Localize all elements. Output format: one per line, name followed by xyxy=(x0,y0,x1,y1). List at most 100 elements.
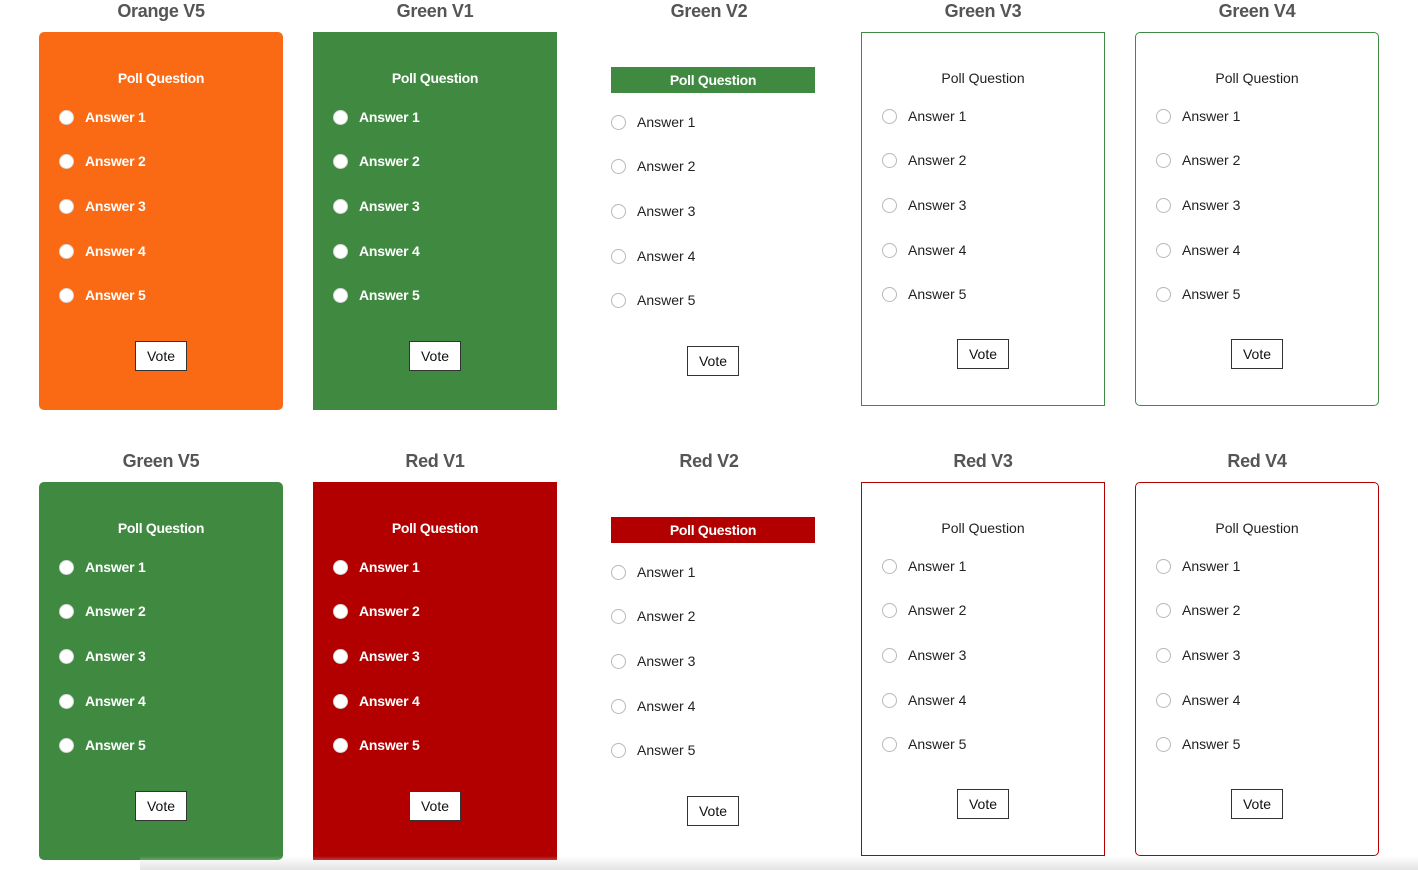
answer-option[interactable]: Answer 4 xyxy=(611,247,695,265)
radio-button[interactable] xyxy=(611,248,626,264)
answer-option[interactable]: Answer 5 xyxy=(59,286,146,304)
radio-button[interactable] xyxy=(59,693,74,709)
radio-button[interactable] xyxy=(59,648,74,664)
answer-option[interactable]: Answer 2 xyxy=(1156,601,1240,619)
answer-option[interactable]: Answer 1 xyxy=(1156,557,1240,575)
answer-option[interactable]: Answer 5 xyxy=(882,285,966,303)
radio-button[interactable] xyxy=(333,693,348,709)
radio-button[interactable] xyxy=(882,108,897,124)
answer-option[interactable]: Answer 1 xyxy=(333,108,420,126)
radio-button[interactable] xyxy=(882,197,897,213)
answer-option[interactable]: Answer 5 xyxy=(333,286,420,304)
answer-option[interactable]: Answer 3 xyxy=(611,652,695,670)
answer-option[interactable]: Answer 1 xyxy=(611,113,695,131)
radio-button[interactable] xyxy=(333,737,348,753)
vote-button[interactable]: Vote xyxy=(135,341,187,371)
radio-button[interactable] xyxy=(333,243,348,259)
answer-option[interactable]: Answer 4 xyxy=(333,242,420,260)
radio-button[interactable] xyxy=(333,109,348,125)
vote-button[interactable]: Vote xyxy=(957,339,1009,369)
radio-button[interactable] xyxy=(611,653,626,669)
radio-button[interactable] xyxy=(1156,197,1171,213)
answer-option[interactable]: Answer 5 xyxy=(59,736,146,754)
vote-button[interactable]: Vote xyxy=(687,796,739,826)
radio-button[interactable] xyxy=(59,153,74,169)
answer-option[interactable]: Answer 1 xyxy=(333,558,420,576)
answer-option[interactable]: Answer 5 xyxy=(882,735,966,753)
radio-button[interactable] xyxy=(333,559,348,575)
radio-button[interactable] xyxy=(1156,647,1171,663)
radio-button[interactable] xyxy=(59,737,74,753)
answer-option[interactable]: Answer 1 xyxy=(882,107,966,125)
radio-button[interactable] xyxy=(1156,242,1171,258)
radio-button[interactable] xyxy=(333,648,348,664)
vote-button[interactable]: Vote xyxy=(957,789,1009,819)
vote-button[interactable]: Vote xyxy=(687,346,739,376)
answer-option[interactable]: Answer 4 xyxy=(333,692,420,710)
answer-option[interactable]: Answer 3 xyxy=(333,647,420,665)
radio-button[interactable] xyxy=(611,698,626,714)
radio-button[interactable] xyxy=(1156,108,1171,124)
radio-button[interactable] xyxy=(611,158,626,174)
answer-option[interactable]: Answer 2 xyxy=(611,607,695,625)
radio-button[interactable] xyxy=(611,203,626,219)
answer-option[interactable]: Answer 3 xyxy=(59,647,146,665)
answer-option[interactable]: Answer 2 xyxy=(1156,151,1240,169)
radio-button[interactable] xyxy=(1156,602,1171,618)
answer-option[interactable]: Answer 4 xyxy=(882,691,966,709)
answer-option[interactable]: Answer 2 xyxy=(333,152,420,170)
answer-option[interactable]: Answer 5 xyxy=(333,736,420,754)
answer-option[interactable]: Answer 3 xyxy=(611,202,695,220)
answer-option[interactable]: Answer 4 xyxy=(59,242,146,260)
answer-option[interactable]: Answer 3 xyxy=(1156,196,1240,214)
answer-option[interactable]: Answer 3 xyxy=(333,197,420,215)
radio-button[interactable] xyxy=(882,647,897,663)
radio-button[interactable] xyxy=(611,564,626,580)
radio-button[interactable] xyxy=(882,152,897,168)
radio-button[interactable] xyxy=(882,242,897,258)
answer-option[interactable]: Answer 2 xyxy=(59,152,146,170)
answer-option[interactable]: Answer 2 xyxy=(333,602,420,620)
answer-option[interactable]: Answer 5 xyxy=(1156,285,1240,303)
answer-option[interactable]: Answer 2 xyxy=(59,602,146,620)
radio-button[interactable] xyxy=(59,287,74,303)
radio-button[interactable] xyxy=(333,198,348,214)
answer-option[interactable]: Answer 3 xyxy=(1156,646,1240,664)
answer-option[interactable]: Answer 4 xyxy=(611,697,695,715)
answer-option[interactable]: Answer 3 xyxy=(882,646,966,664)
vote-button[interactable]: Vote xyxy=(1231,789,1283,819)
answer-option[interactable]: Answer 1 xyxy=(1156,107,1240,125)
answer-option[interactable]: Answer 1 xyxy=(59,558,146,576)
radio-button[interactable] xyxy=(611,292,626,308)
radio-button[interactable] xyxy=(333,603,348,619)
radio-button[interactable] xyxy=(59,603,74,619)
vote-button[interactable]: Vote xyxy=(135,791,187,821)
answer-option[interactable]: Answer 2 xyxy=(882,601,966,619)
radio-button[interactable] xyxy=(1156,286,1171,302)
radio-button[interactable] xyxy=(1156,736,1171,752)
radio-button[interactable] xyxy=(333,287,348,303)
answer-option[interactable]: Answer 1 xyxy=(611,563,695,581)
answer-option[interactable]: Answer 3 xyxy=(882,196,966,214)
radio-button[interactable] xyxy=(882,286,897,302)
vote-button[interactable]: Vote xyxy=(409,791,461,821)
answer-option[interactable]: Answer 5 xyxy=(611,741,695,759)
radio-button[interactable] xyxy=(882,602,897,618)
radio-button[interactable] xyxy=(1156,152,1171,168)
radio-button[interactable] xyxy=(882,692,897,708)
answer-option[interactable]: Answer 3 xyxy=(59,197,146,215)
answer-option[interactable]: Answer 4 xyxy=(59,692,146,710)
radio-button[interactable] xyxy=(59,243,74,259)
radio-button[interactable] xyxy=(1156,692,1171,708)
answer-option[interactable]: Answer 1 xyxy=(882,557,966,575)
radio-button[interactable] xyxy=(611,742,626,758)
vote-button[interactable]: Vote xyxy=(1231,339,1283,369)
answer-option[interactable]: Answer 2 xyxy=(882,151,966,169)
answer-option[interactable]: Answer 5 xyxy=(611,291,695,309)
answer-option[interactable]: Answer 4 xyxy=(882,241,966,259)
radio-button[interactable] xyxy=(1156,558,1171,574)
answer-option[interactable]: Answer 4 xyxy=(1156,241,1240,259)
answer-option[interactable]: Answer 2 xyxy=(611,157,695,175)
radio-button[interactable] xyxy=(882,558,897,574)
answer-option[interactable]: Answer 4 xyxy=(1156,691,1240,709)
